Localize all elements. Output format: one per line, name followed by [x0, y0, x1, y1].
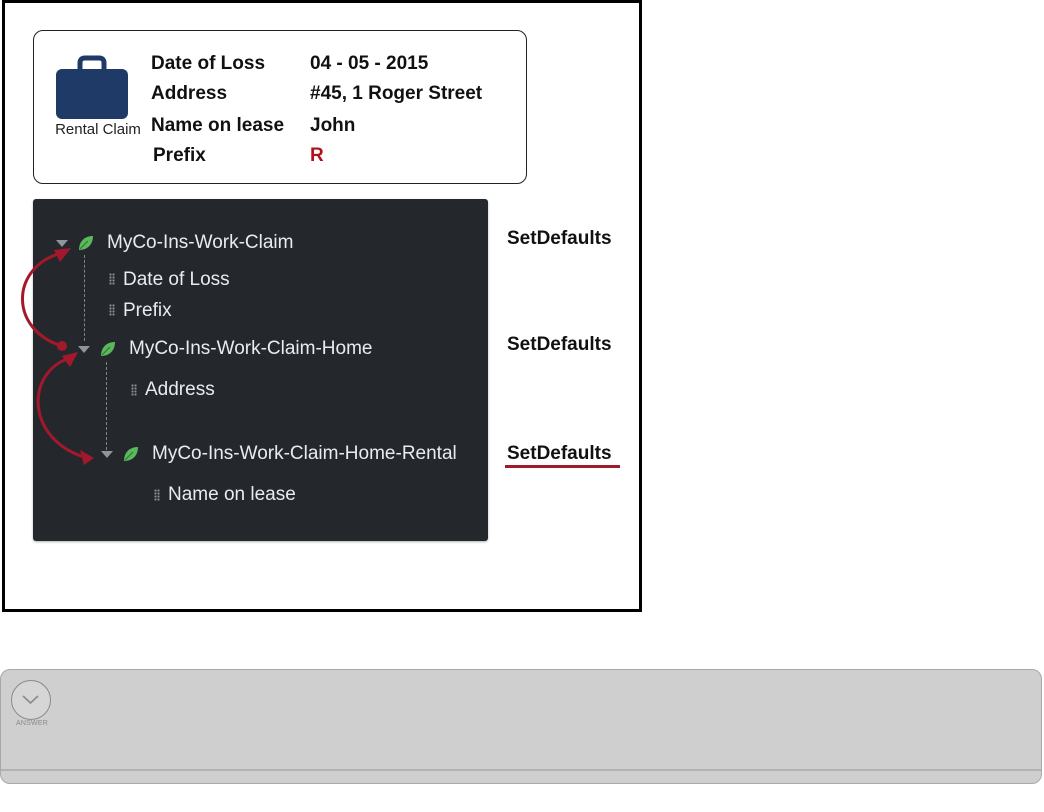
expand-triangle-icon[interactable] [101, 451, 113, 458]
field-value-name-on-lease: John [310, 115, 356, 136]
field-label-prefix: Prefix [153, 145, 206, 166]
leaf-icon [79, 236, 93, 250]
answer-button-label: ANSWER [16, 720, 48, 727]
setdefaults-label: SetDefaults [507, 334, 612, 355]
setdefaults-label-highlighted: SetDefaults [507, 443, 612, 464]
tree-property[interactable]: Name on lease [168, 484, 296, 506]
briefcase-icon [56, 55, 128, 119]
drag-handle-icon[interactable] [131, 384, 137, 396]
tree-connector-line [106, 362, 107, 450]
claim-type-label: Rental Claim [55, 121, 141, 138]
tree-connector-line [84, 255, 85, 341]
tree-property[interactable]: Prefix [123, 300, 172, 322]
tree-node-title[interactable]: MyCo-Ins-Work-Claim [107, 232, 293, 254]
tree-property[interactable]: Address [145, 379, 215, 401]
leaf-icon [101, 342, 115, 356]
chevron-down-icon [22, 695, 39, 705]
field-label-date-of-loss: Date of Loss [151, 53, 266, 74]
panel-divider [1, 769, 1041, 771]
setdefaults-label: SetDefaults [507, 228, 612, 249]
expand-triangle-icon[interactable] [56, 240, 68, 247]
answer-toggle-button[interactable] [11, 680, 51, 720]
class-tree-panel: MyCo-Ins-Work-Claim Date of Loss Prefix … [33, 199, 488, 541]
setdefaults-underline [505, 465, 620, 468]
drag-handle-icon[interactable] [109, 273, 115, 285]
tree-property[interactable]: Date of Loss [123, 269, 230, 291]
tree-node-title[interactable]: MyCo-Ins-Work-Claim-Home [129, 338, 373, 360]
expand-triangle-icon[interactable] [78, 346, 90, 353]
field-label-name-on-lease: Name on lease [151, 115, 285, 136]
field-value-date-of-loss: 04 - 05 - 2015 [310, 53, 429, 74]
drag-handle-icon[interactable] [109, 304, 115, 316]
leaf-icon [124, 447, 138, 461]
tree-node-title[interactable]: MyCo-Ins-Work-Claim-Home-Rental [152, 443, 457, 465]
drag-handle-icon[interactable] [154, 489, 160, 501]
claim-summary-card: Rental Claim Date of Loss 04 - 05 - 2015… [33, 30, 527, 184]
field-label-address: Address [151, 83, 228, 104]
answer-panel: ANSWER [0, 669, 1042, 784]
field-value-prefix: R [310, 145, 324, 166]
field-value-address: #45, 1 Roger Street [310, 83, 483, 104]
